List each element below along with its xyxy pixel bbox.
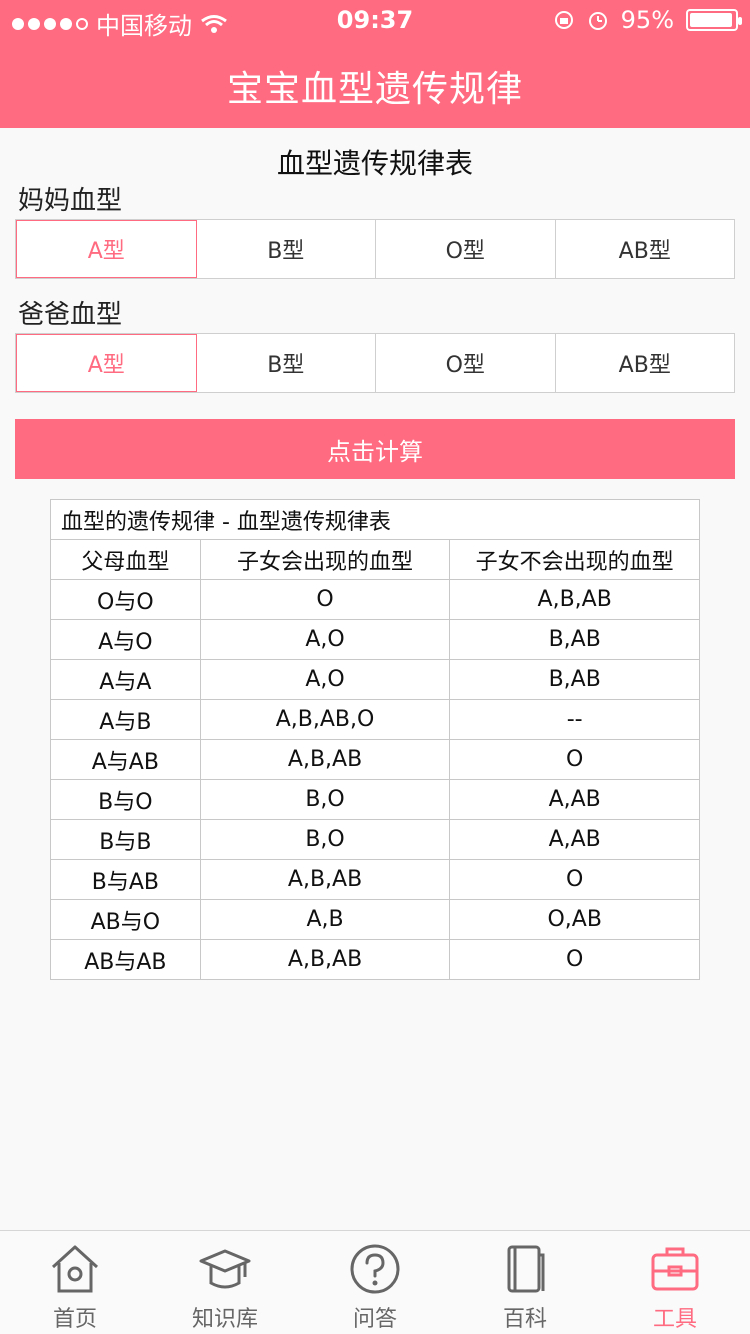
inheritance-table-wrap: 血型的遗传规律 - 血型遗传规律表 父母血型 子女会出现的血型 子女不会出现的血… bbox=[50, 499, 700, 980]
mom-option-a[interactable]: A型 bbox=[16, 220, 197, 278]
table-cell: A,B,AB bbox=[449, 579, 700, 620]
tab-knowledge[interactable]: 知识库 bbox=[150, 1231, 300, 1334]
table-cell: O bbox=[199, 579, 451, 620]
app-root: 中国移动 09:37 95% 宝宝血型遗传规律 血型遗传规律表 妈妈血型 A型 … bbox=[0, 0, 750, 1334]
toolbox-icon bbox=[651, 1247, 699, 1291]
table-cell: AB与O bbox=[50, 899, 201, 940]
table-cell: A,AB bbox=[449, 819, 700, 860]
mom-blood-selector: A型 B型 O型 AB型 bbox=[15, 219, 735, 279]
table-cell: O bbox=[449, 859, 700, 900]
tab-label: 知识库 bbox=[191, 1307, 258, 1332]
table-cell: B,AB bbox=[449, 659, 700, 700]
battery-icon bbox=[686, 9, 742, 31]
table-cell: A,B,AB,O bbox=[199, 699, 451, 740]
tab-tools[interactable]: 工具 bbox=[600, 1231, 750, 1334]
table-title: 血型的遗传规律 - 血型遗传规律表 bbox=[50, 499, 700, 540]
table-row: O与O O A,B,AB bbox=[50, 579, 700, 620]
table-row: A与O A,O B,AB bbox=[50, 619, 700, 660]
status-bar: 中国移动 09:37 95% bbox=[0, 0, 750, 40]
graduation-cap-icon bbox=[199, 1249, 251, 1289]
table-cell: O,AB bbox=[449, 899, 700, 940]
table-row: AB与AB A,B,AB O bbox=[50, 939, 700, 980]
tab-label: 首页 bbox=[52, 1307, 97, 1332]
tab-encyclopedia[interactable]: 百科 bbox=[450, 1231, 600, 1334]
table-cell: O bbox=[449, 939, 700, 980]
dad-option-a[interactable]: A型 bbox=[16, 334, 197, 392]
table-row: A与AB A,B,AB O bbox=[50, 739, 700, 780]
table-header-possible: 子女会出现的血型 bbox=[199, 539, 451, 580]
table-cell: A与A bbox=[50, 659, 201, 700]
table-row: B与B B,O A,AB bbox=[50, 819, 700, 860]
calculate-button[interactable]: 点击计算 bbox=[15, 419, 735, 479]
bottom-tab-bar: 首页 知识库 问答 百科 工具 bbox=[0, 1230, 750, 1334]
table-cell: A与AB bbox=[50, 739, 201, 780]
table-cell: B与B bbox=[50, 819, 201, 860]
alarm-icon bbox=[588, 12, 607, 30]
table-cell: A,AB bbox=[449, 779, 700, 820]
rotation-lock-icon bbox=[554, 11, 573, 29]
tab-label: 工具 bbox=[652, 1307, 697, 1332]
home-icon bbox=[51, 1245, 99, 1293]
table-cell: B,AB bbox=[449, 619, 700, 660]
page-title: 宝宝血型遗传规律 bbox=[226, 69, 523, 110]
table-cell: B与O bbox=[50, 779, 201, 820]
table-cell: B与AB bbox=[50, 859, 201, 900]
table-cell: A,O bbox=[199, 659, 451, 700]
table-header-parents: 父母血型 bbox=[50, 539, 201, 580]
tab-qa[interactable]: 问答 bbox=[300, 1231, 450, 1334]
battery-text: 95% bbox=[620, 6, 674, 34]
question-icon bbox=[350, 1244, 400, 1294]
status-right: 95% bbox=[553, 6, 742, 34]
table-header-impossible: 子女不会出现的血型 bbox=[449, 539, 700, 580]
table-cell: AB与AB bbox=[50, 939, 201, 980]
dad-blood-label: 爸爸血型 bbox=[18, 300, 123, 330]
table-row: B与AB A,B,AB O bbox=[50, 859, 700, 900]
header: 中国移动 09:37 95% 宝宝血型遗传规律 bbox=[0, 0, 750, 128]
mom-option-b[interactable]: B型 bbox=[196, 220, 376, 278]
table-cell: A与B bbox=[50, 699, 201, 740]
book-icon bbox=[507, 1245, 545, 1293]
inheritance-table: 血型的遗传规律 - 血型遗传规律表 父母血型 子女会出现的血型 子女不会出现的血… bbox=[50, 499, 700, 980]
table-cell: A,B bbox=[199, 899, 451, 940]
mom-option-o[interactable]: O型 bbox=[376, 220, 556, 278]
tab-label: 百科 bbox=[502, 1307, 547, 1332]
table-cell: A,B,AB bbox=[199, 939, 451, 980]
table-cell: -- bbox=[449, 699, 700, 740]
dad-blood-selector: A型 B型 O型 AB型 bbox=[15, 333, 735, 393]
table-cell: B,O bbox=[199, 779, 451, 820]
content: 血型遗传规律表 妈妈血型 A型 B型 O型 AB型 爸爸血型 A型 B型 O型 … bbox=[0, 128, 750, 1228]
table-row: B与O B,O A,AB bbox=[50, 779, 700, 820]
table-cell: A与O bbox=[50, 619, 201, 660]
tab-home[interactable]: 首页 bbox=[0, 1231, 150, 1334]
table-cell: B,O bbox=[199, 819, 451, 860]
tab-label: 问答 bbox=[352, 1307, 397, 1332]
dad-option-b[interactable]: B型 bbox=[196, 334, 376, 392]
mom-blood-label: 妈妈血型 bbox=[18, 186, 123, 216]
table-row: A与A A,O B,AB bbox=[50, 659, 700, 700]
table-row: AB与O A,B O,AB bbox=[50, 899, 700, 940]
dad-option-ab[interactable]: AB型 bbox=[555, 334, 734, 392]
table-cell: A,O bbox=[199, 619, 451, 660]
dad-option-o[interactable]: O型 bbox=[376, 334, 556, 392]
table-cell: O bbox=[449, 739, 700, 780]
table-cell: A,B,AB bbox=[199, 859, 451, 900]
table-row: A与B A,B,AB,O -- bbox=[50, 699, 700, 740]
table-cell: O与O bbox=[50, 579, 201, 620]
table-cell: A,B,AB bbox=[199, 739, 451, 780]
mom-option-ab[interactable]: AB型 bbox=[555, 220, 734, 278]
battery-fill bbox=[690, 13, 732, 27]
content-heading: 血型遗传规律表 bbox=[276, 147, 473, 180]
